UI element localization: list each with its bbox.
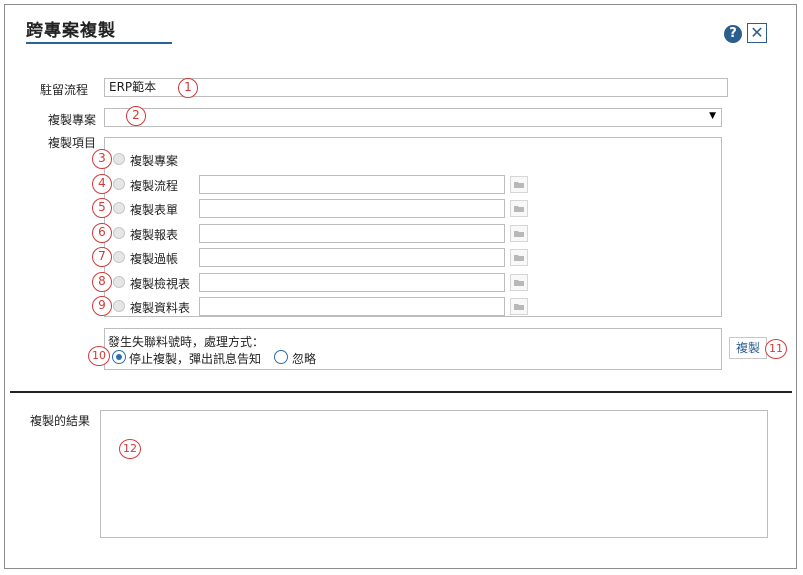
copy-item-radio[interactable] xyxy=(113,276,125,288)
items-label: 複製項目 xyxy=(48,136,97,150)
copy-button[interactable]: 複製 xyxy=(729,337,767,359)
browse-button[interactable] xyxy=(510,225,528,242)
browse-button[interactable] xyxy=(510,176,528,193)
folder-open-icon xyxy=(514,280,524,286)
result-textarea[interactable] xyxy=(100,410,768,538)
callout-badge-10: 10 xyxy=(88,346,110,366)
copy-item-input[interactable] xyxy=(199,224,505,243)
title-underline xyxy=(26,42,172,44)
copy-item-label: 複製流程 xyxy=(130,179,179,193)
copy-item-input[interactable] xyxy=(199,248,505,267)
copy-item-label: 複製表單 xyxy=(130,203,179,217)
copy-item-radio[interactable] xyxy=(113,153,125,165)
ignore-radio[interactable] xyxy=(274,350,288,364)
folder-open-icon xyxy=(514,206,524,212)
help-icon[interactable]: ? xyxy=(724,25,742,43)
callout-badge-2: 2 xyxy=(126,106,146,126)
folder-open-icon xyxy=(514,255,524,261)
copy-item-radio[interactable] xyxy=(113,251,125,263)
callout-badge-3: 3 xyxy=(92,149,112,169)
dialog-title: 跨專案複製 xyxy=(26,21,116,41)
copy-item-label: 複製過帳 xyxy=(130,252,179,266)
copy-item-radio[interactable] xyxy=(113,202,125,214)
stop-copy-radio[interactable] xyxy=(112,350,126,364)
copy-item-input[interactable] xyxy=(199,297,505,316)
callout-badge-11: 11 xyxy=(765,339,787,359)
copy-item-input[interactable] xyxy=(199,175,505,194)
copy-item-label: 複製專案 xyxy=(130,154,179,168)
copy-item-input[interactable] xyxy=(199,199,505,218)
copy-item-radio[interactable] xyxy=(113,178,125,190)
folder-open-icon xyxy=(514,304,524,310)
copy-item-radio[interactable] xyxy=(113,300,125,312)
mismatch-prompt: 發生失聯料號時，處理方式： xyxy=(108,335,265,349)
flow-label: 駐留流程 xyxy=(40,83,89,97)
copy-item-radio[interactable] xyxy=(113,227,125,239)
copy-item-label: 複製報表 xyxy=(130,228,179,242)
callout-badge-6: 6 xyxy=(92,223,112,243)
callout-badge-7: 7 xyxy=(92,247,112,267)
result-label: 複製的結果 xyxy=(30,414,91,428)
folder-open-icon xyxy=(514,231,524,237)
close-icon[interactable]: ✕ xyxy=(747,23,767,43)
browse-button[interactable] xyxy=(510,200,528,217)
callout-badge-8: 8 xyxy=(92,272,112,292)
copy-item-label: 複製資料表 xyxy=(130,301,191,315)
copy-item-label: 複製檢視表 xyxy=(130,277,191,291)
browse-button[interactable] xyxy=(510,249,528,266)
callout-badge-5: 5 xyxy=(92,198,112,218)
ignore-label: 忽略 xyxy=(292,352,317,366)
stop-copy-label: 停止複製，彈出訊息告知 xyxy=(129,352,262,366)
callout-badge-1: 1 xyxy=(178,78,198,98)
dropdown-arrow-icon: ▼ xyxy=(709,111,716,121)
section-divider xyxy=(10,391,792,393)
project-select[interactable]: ▼ xyxy=(104,108,722,127)
browse-button[interactable] xyxy=(510,298,528,315)
callout-badge-4: 4 xyxy=(92,174,112,194)
project-label: 複製專案 xyxy=(48,113,97,127)
copy-item-input[interactable] xyxy=(199,273,505,292)
callout-badge-12: 12 xyxy=(119,439,141,459)
folder-open-icon xyxy=(514,182,524,188)
callout-badge-9: 9 xyxy=(92,296,112,316)
browse-button[interactable] xyxy=(510,274,528,291)
